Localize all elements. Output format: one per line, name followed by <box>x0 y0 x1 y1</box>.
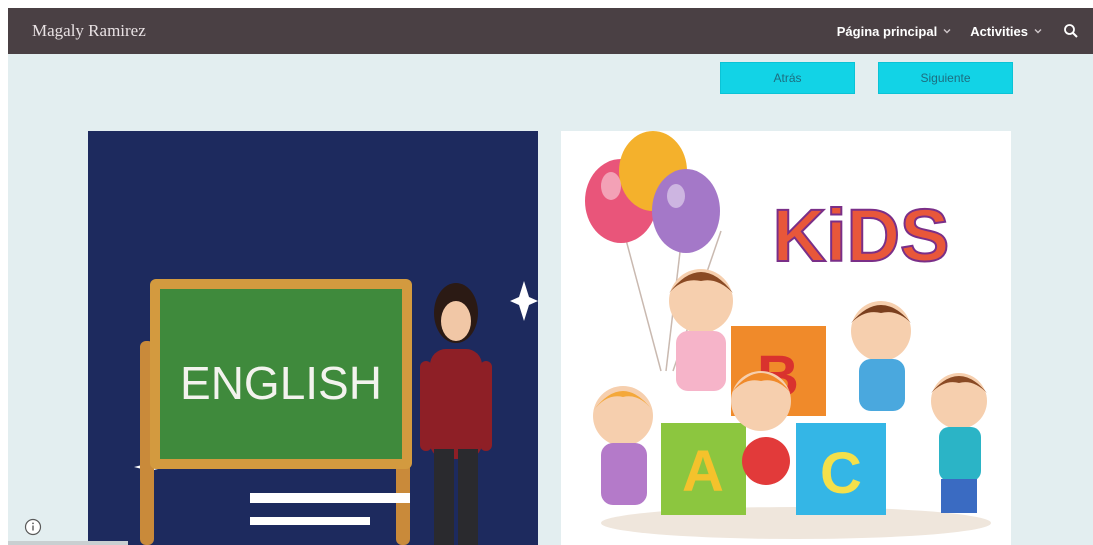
chevron-down-icon <box>943 29 951 34</box>
site-title-link[interactable]: Magaly Ramirez <box>32 21 146 41</box>
footer-strip <box>8 541 128 545</box>
next-button[interactable]: Siguiente <box>878 62 1013 94</box>
nav-item-activities[interactable]: Activities <box>970 24 1043 39</box>
top-navigation-bar: Magaly Ramirez Página principal Activiti… <box>8 8 1093 54</box>
english-teacher-image: ENGLISH <box>88 131 538 545</box>
kids-title-text: KiDS <box>773 194 950 277</box>
page: Magaly Ramirez Página principal Activiti… <box>8 8 1093 545</box>
kids-illustration: KiDS B A C <box>561 131 1011 545</box>
info-icon[interactable] <box>24 518 42 536</box>
nav-label-activities: Activities <box>970 23 1028 39</box>
block-letter-c: C <box>820 441 862 506</box>
search-icon[interactable] <box>1063 23 1079 39</box>
nav-label-pagina-principal: Página principal <box>836 23 938 39</box>
english-illustration: ENGLISH <box>88 131 538 545</box>
nav-item-pagina-principal[interactable]: Página principal <box>837 24 952 39</box>
board-text: ENGLISH <box>180 357 382 409</box>
main-nav: Página principal Activities <box>837 8 1079 54</box>
block-letter-a: A <box>682 439 724 504</box>
kids-abc-image: KiDS B A C <box>561 131 1011 545</box>
chevron-down-icon <box>1034 29 1042 34</box>
back-button[interactable]: Atrás <box>720 62 855 94</box>
